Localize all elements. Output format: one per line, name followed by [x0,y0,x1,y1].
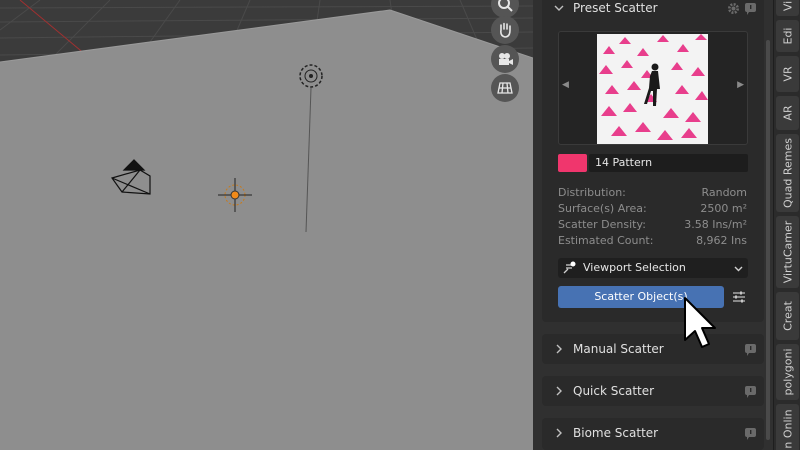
mouse-cursor-icon [684,297,716,348]
preset-scatter-panel: Preset Scatter ◀ ▶ 14 Pattern Distributi… [542,0,764,322]
tab-quad-remesher[interactable]: Quad Remes [776,134,799,212]
stat-value: 2500 m² [700,202,747,215]
info-icon[interactable] [744,343,757,356]
3d-viewport[interactable] [0,0,533,450]
preset-preview[interactable]: ◀ ▶ [558,31,748,145]
preset-thumbnail[interactable] [597,34,708,144]
tab-view[interactable]: Vi [776,0,799,16]
viewport-selection-dropdown[interactable]: Viewport Selection [558,258,748,278]
stat-label: Distribution: [558,186,626,199]
tab-online[interactable]: n Onlin [776,404,799,450]
tab-label: Creat [781,301,794,331]
pattern-color-swatch[interactable] [558,154,587,172]
stat-surface-area: Surface(s) Area: 2500 m² [558,202,747,218]
sidebar-panel: Preset Scatter ◀ ▶ 14 Pattern Distributi… [533,0,773,450]
tab-ar[interactable]: AR [776,96,799,130]
dropdown-label: Viewport Selection [583,261,686,274]
panel-title: Preset Scatter [573,1,658,15]
manual-scatter-panel[interactable]: Manual Scatter [542,334,764,364]
settings-sliders-icon[interactable] [731,289,747,305]
tab-label: Edi [781,27,794,45]
tab-label: Quad Remes [781,138,794,208]
stat-value: Random [701,186,747,199]
tab-edit[interactable]: Edi [776,20,799,52]
hand-pan-icon[interactable] [491,16,519,44]
chevron-right-icon [556,386,562,396]
preset-scatter-header[interactable]: Preset Scatter [542,0,764,23]
sidebar-tabs: Vi Edi VR AR Quad Remes VirtuCamer Creat… [773,0,800,450]
chevron-down-icon [554,5,564,11]
tab-label: n Onlin [781,409,794,449]
grid-ortho-icon[interactable] [491,74,519,102]
chevron-right-icon [556,428,562,438]
stat-label: Estimated Count: [558,234,654,247]
sidebar-scrollbar[interactable] [766,40,770,440]
stat-distribution: Distribution: Random [558,186,747,202]
panel-title: Manual Scatter [573,342,664,356]
info-icon[interactable] [744,2,757,15]
stat-value: 8,962 Ins [696,234,747,247]
tab-label: Vi [781,0,794,12]
tab-virtucamera[interactable]: VirtuCamer [776,216,799,288]
tab-label: VirtuCamer [781,220,794,284]
tab-polygoniq[interactable]: polygoni [776,344,799,400]
gear-icon[interactable] [727,2,740,15]
info-icon[interactable] [744,385,757,398]
next-arrow-icon[interactable]: ▶ [737,80,744,90]
tab-label: AR [781,105,794,121]
biome-scatter-panel[interactable]: Biome Scatter [542,418,764,450]
tab-label: polygoni [781,348,794,396]
stat-value: 3.58 Ins/m² [684,218,747,231]
pattern-name-field[interactable]: 14 Pattern [589,154,748,172]
tab-label: VR [781,66,794,82]
camera-view-icon[interactable] [491,45,519,73]
viewport-scene [0,0,533,450]
selection-icon [563,261,576,274]
tab-create[interactable]: Creat [776,292,799,340]
tab-vr[interactable]: VR [776,56,799,92]
panel-title: Biome Scatter [573,426,659,440]
prev-arrow-icon[interactable]: ◀ [562,80,569,90]
chevron-right-icon [556,344,562,354]
quick-scatter-panel[interactable]: Quick Scatter [542,376,764,406]
stat-scatter-density: Scatter Density: 3.58 Ins/m² [558,218,747,234]
stat-estimated-count: Estimated Count: 8,962 Ins [558,234,747,250]
pattern-selector[interactable]: 14 Pattern [558,154,748,172]
panel-title: Quick Scatter [573,384,655,398]
stat-label: Surface(s) Area: [558,202,647,215]
chevron-down-icon [734,266,743,272]
stat-label: Scatter Density: [558,218,646,231]
info-icon[interactable] [744,427,757,440]
